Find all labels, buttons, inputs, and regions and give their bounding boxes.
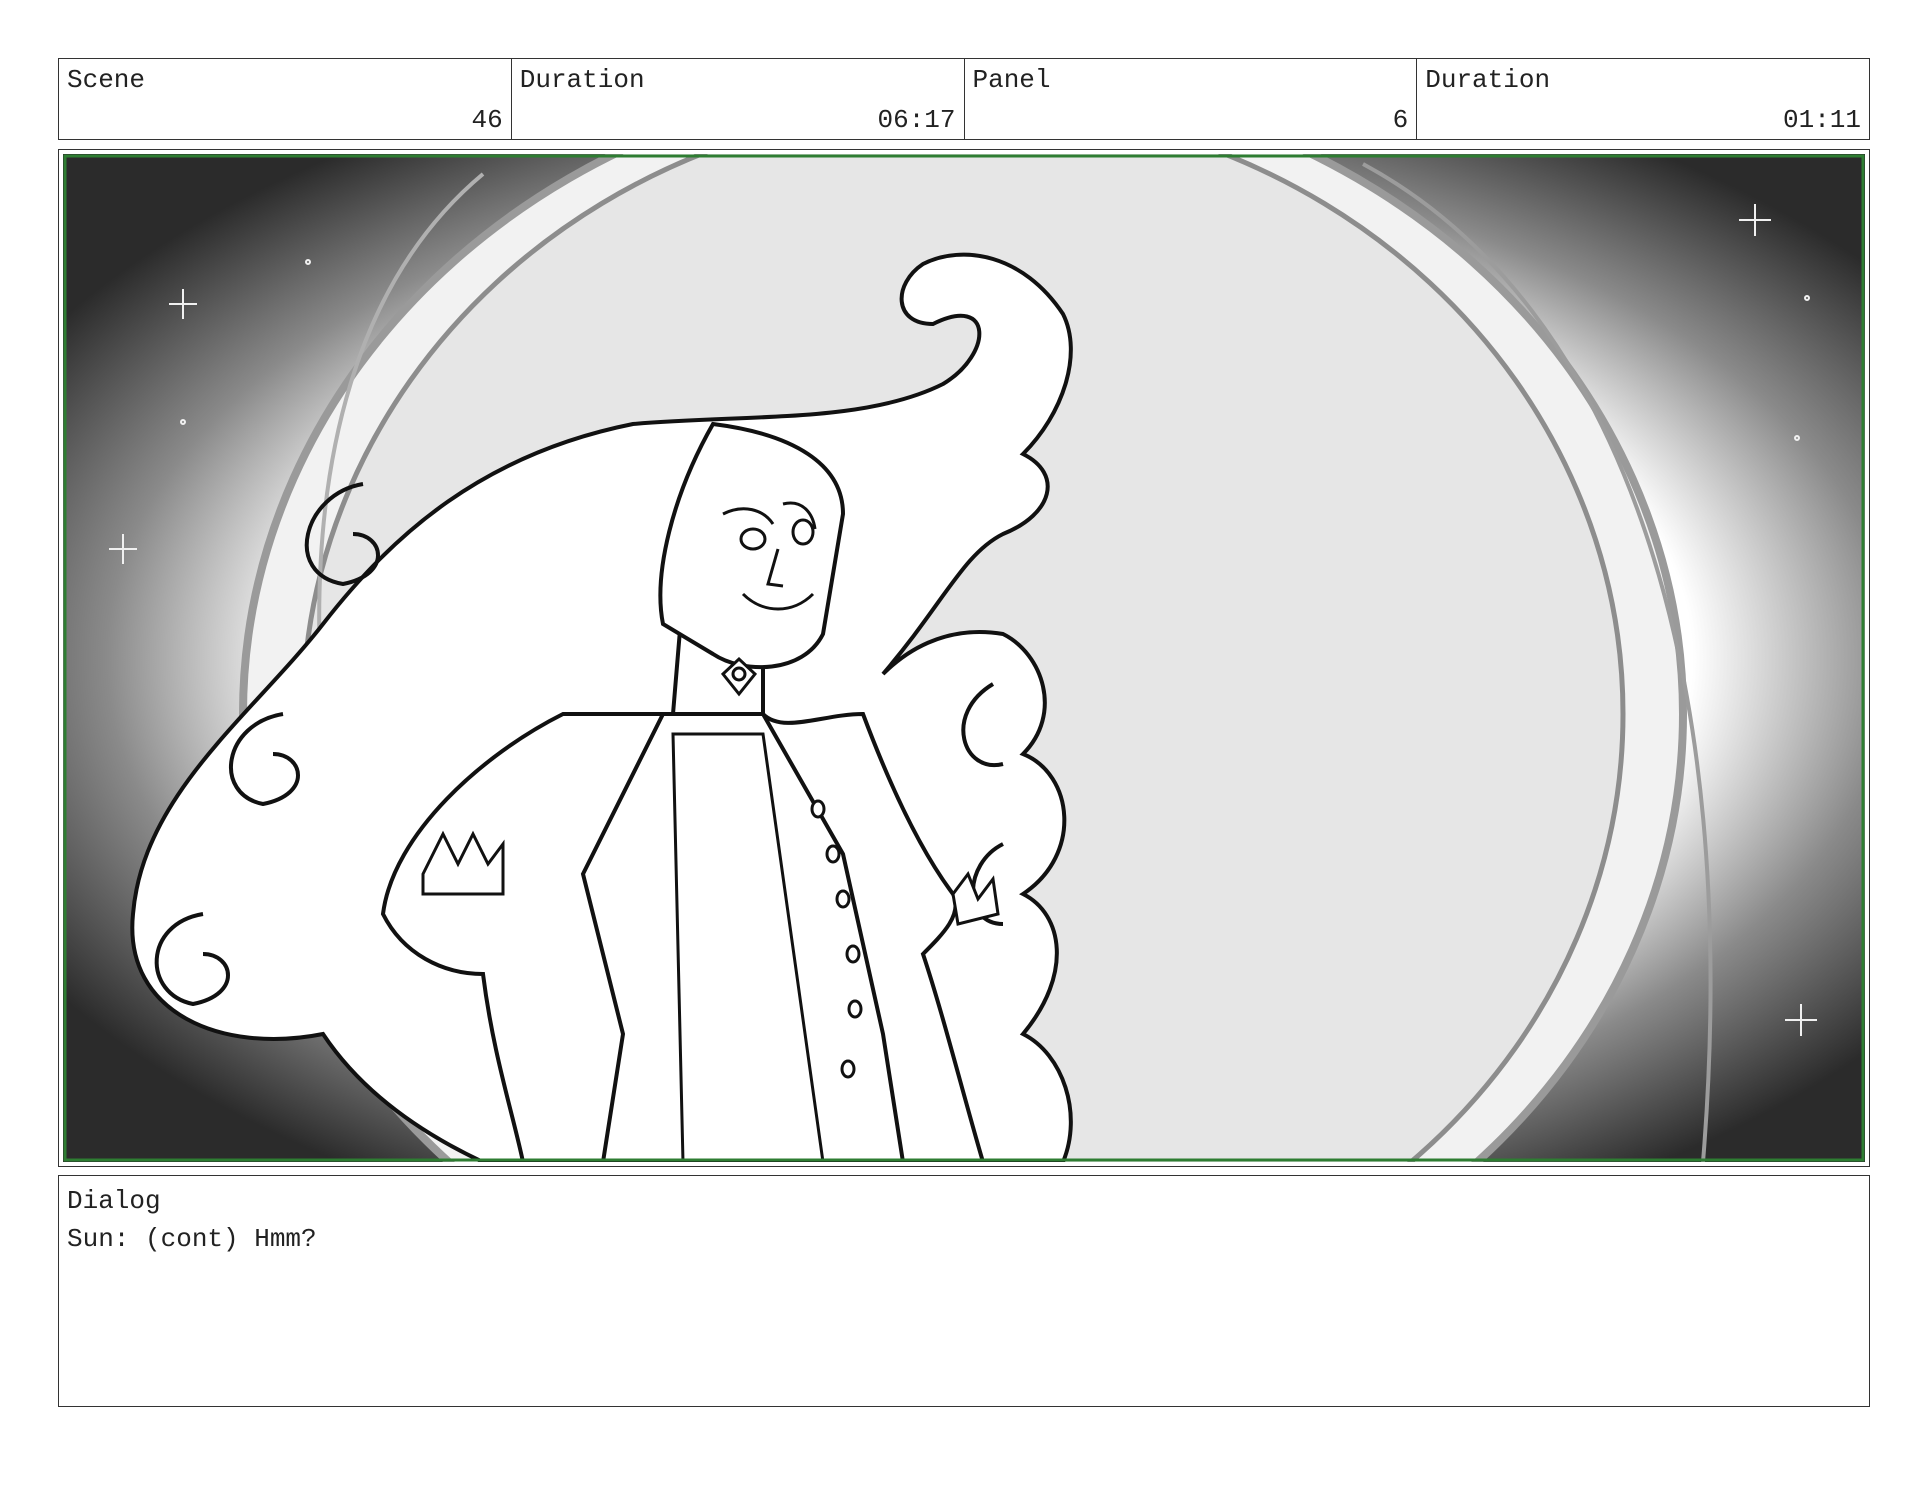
panel-duration-label: Duration xyxy=(1425,65,1551,95)
scene-duration-label: Duration xyxy=(519,65,645,95)
panel-artwork xyxy=(63,154,1865,1162)
dialog-label: Dialog xyxy=(67,1186,161,1216)
panel-cell: Panel 6 xyxy=(965,59,1418,139)
panel-duration-cell: Duration 01:11 xyxy=(1417,59,1869,139)
dialog-box: Dialog Sun: (cont) Hmm? xyxy=(58,1175,1870,1407)
scene-duration-cell: Duration 06:17 xyxy=(512,59,965,139)
scene-cell: Scene 46 xyxy=(59,59,512,139)
panel-number: 6 xyxy=(1392,105,1409,135)
storyboard-header: Scene 46 Duration 06:17 Panel 6 Duration… xyxy=(58,58,1870,140)
storyboard-panel xyxy=(58,149,1870,1167)
panel-label: Panel xyxy=(972,65,1051,95)
scene-duration-value: 06:17 xyxy=(877,105,956,135)
scene-number: 46 xyxy=(471,105,503,135)
dialog-text: Sun: (cont) Hmm? xyxy=(67,1224,317,1254)
panel-duration-value: 01:11 xyxy=(1782,105,1861,135)
scene-label: Scene xyxy=(67,65,146,95)
